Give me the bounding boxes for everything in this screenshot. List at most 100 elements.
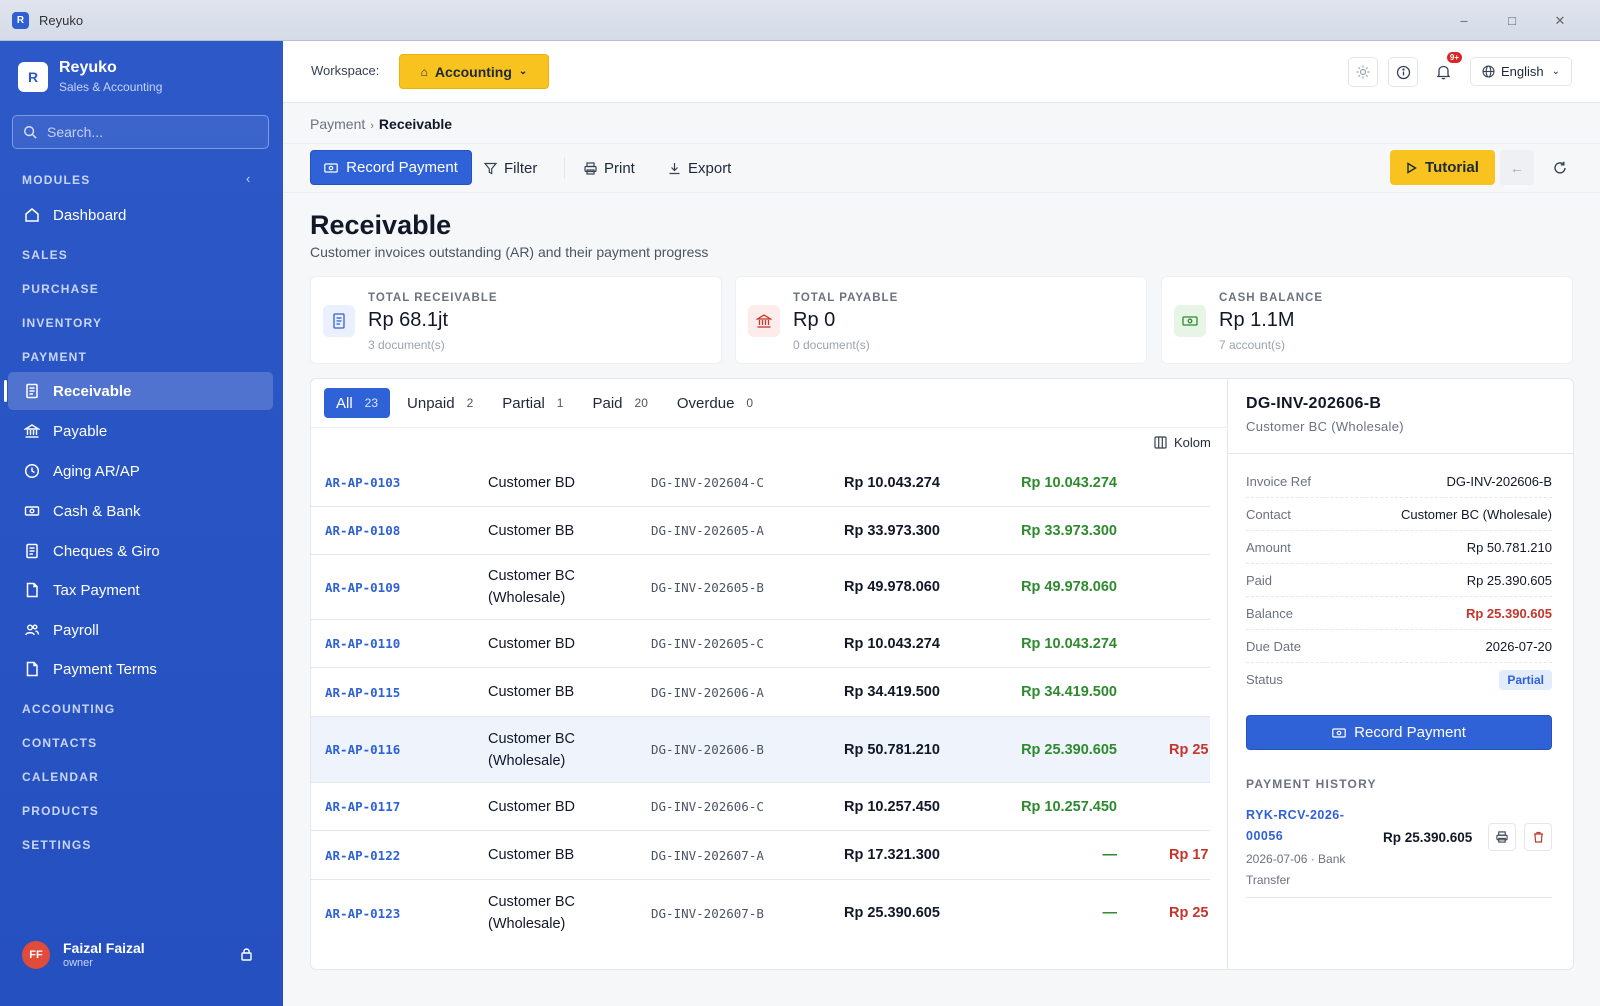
- sidebar-item-payroll[interactable]: Payroll: [8, 611, 273, 649]
- columns-button[interactable]: Kolom: [1154, 435, 1211, 450]
- detail-title: DG-INV-202606-B: [1246, 395, 1382, 412]
- table-row[interactable]: AR-AP-0117 Customer BD DG-INV-202606-C R…: [311, 783, 1210, 831]
- maximize-icon[interactable]: □: [1488, 0, 1536, 41]
- table-row[interactable]: AR-AP-0115 Customer BB DG-INV-202606-A R…: [311, 668, 1210, 717]
- table-row[interactable]: AR-AP-0108 Customer BB DG-INV-202605-A R…: [311, 507, 1210, 555]
- document-icon: [24, 582, 40, 598]
- detail-subtitle: Customer BC (Wholesale): [1246, 419, 1404, 434]
- section-sales[interactable]: SALES: [22, 248, 68, 262]
- sidebar-item-aging[interactable]: Aging AR/AP: [8, 452, 273, 490]
- section-payment[interactable]: PAYMENT: [22, 350, 87, 364]
- breadcrumb-parent[interactable]: Payment: [310, 116, 365, 132]
- sidebar-item-cash-bank[interactable]: Cash & Bank: [8, 492, 273, 530]
- table-row[interactable]: AR-AP-0110 Customer BD DG-INV-202605-C R…: [311, 620, 1210, 668]
- window-titlebar: R Reyuko – □ ✕: [0, 0, 1600, 41]
- table-row[interactable]: AR-AP-0122 Customer BB DG-INV-202607-A R…: [311, 831, 1210, 880]
- section-accounting[interactable]: ACCOUNTING: [22, 702, 115, 716]
- info-button[interactable]: [1388, 57, 1418, 87]
- tab-paid[interactable]: Paid 20: [580, 388, 659, 418]
- back-button[interactable]: ←: [1500, 150, 1534, 185]
- row-amount: Rp 17.321.300: [844, 847, 940, 863]
- sidebar-item-cheques-giro[interactable]: Cheques & Giro: [8, 532, 273, 570]
- cash-icon: [1174, 305, 1206, 337]
- printer-icon: [1496, 831, 1508, 843]
- row-code[interactable]: AR-AP-0103: [325, 459, 400, 506]
- download-icon: [669, 162, 680, 174]
- tab-partial[interactable]: Partial 1: [490, 388, 575, 418]
- tab-unpaid[interactable]: Unpaid 2: [395, 388, 485, 418]
- row-invoice-ref: DG-INV-202605-A: [651, 523, 764, 538]
- row-customer: Customer BD: [488, 798, 576, 815]
- row-code[interactable]: AR-AP-0122: [325, 831, 400, 879]
- payment-code-link[interactable]: RYK-RCV-2026-00056: [1246, 805, 1366, 847]
- row-code[interactable]: AR-AP-0116: [325, 717, 400, 782]
- print-button[interactable]: Print: [584, 153, 635, 183]
- search-box[interactable]: [12, 115, 269, 149]
- table-row[interactable]: AR-AP-0103 Customer BD DG-INV-202604-C R…: [311, 459, 1210, 507]
- row-code[interactable]: AR-AP-0108: [325, 507, 400, 554]
- section-settings[interactable]: SETTINGS: [22, 838, 92, 852]
- detail-field-status: Status Partial: [1246, 663, 1552, 696]
- field-key: Balance: [1246, 605, 1293, 621]
- minimize-icon[interactable]: –: [1440, 0, 1488, 41]
- bank-icon: [748, 305, 780, 337]
- sidebar-item-dashboard[interactable]: Dashboard: [8, 196, 273, 234]
- tab-overdue[interactable]: Overdue 0: [665, 388, 765, 418]
- field-key: Contact: [1246, 506, 1291, 522]
- row-code[interactable]: AR-AP-0117: [325, 783, 400, 830]
- section-contacts[interactable]: CONTACTS: [22, 736, 97, 750]
- filter-button[interactable]: Filter: [484, 153, 537, 183]
- stat-value: Rp 1.1M: [1219, 309, 1295, 331]
- detail-field-invoice-ref: Invoice Ref DG-INV-202606-B: [1246, 465, 1552, 498]
- row-code[interactable]: AR-AP-0109: [325, 555, 400, 619]
- globe-icon: [1482, 65, 1495, 78]
- play-icon: [1407, 161, 1417, 174]
- sidebar-item-payment-terms[interactable]: Payment Terms: [8, 650, 273, 688]
- close-icon[interactable]: ✕: [1536, 0, 1584, 41]
- field-key: Status: [1246, 672, 1283, 687]
- row-invoice-ref: DG-INV-202607-B: [651, 905, 764, 921]
- record-payment-label: Record Payment: [1354, 724, 1466, 741]
- sidebar: R Reyuko Sales & Accounting MODULES ‹ Da…: [0, 41, 283, 1006]
- field-value: Rp 25.390.605: [1466, 572, 1552, 588]
- tutorial-button[interactable]: Tutorial: [1390, 150, 1495, 185]
- table-scrollbar[interactable]: [1210, 459, 1227, 959]
- section-inventory[interactable]: INVENTORY: [22, 316, 102, 330]
- user-profile[interactable]: FF Faizal Faizal owner: [22, 940, 145, 969]
- collapse-sidebar-icon[interactable]: ‹: [246, 171, 250, 186]
- sidebar-item-label: Cash & Bank: [53, 502, 141, 520]
- sun-icon: [1356, 65, 1370, 79]
- print-payment-button[interactable]: [1488, 823, 1516, 851]
- workspace-select[interactable]: ⌂ Accounting ⌄: [399, 54, 549, 89]
- section-calendar[interactable]: CALENDAR: [22, 770, 99, 784]
- sidebar-item-receivable[interactable]: Receivable: [4, 372, 273, 410]
- notifications-button[interactable]: 9+: [1428, 52, 1462, 87]
- row-code[interactable]: AR-AP-0123: [325, 880, 400, 946]
- refresh-button[interactable]: [1545, 150, 1575, 185]
- export-button[interactable]: Export: [668, 153, 731, 183]
- sidebar-item-tax-payment[interactable]: Tax Payment: [8, 571, 273, 609]
- detail-record-payment-button[interactable]: Record Payment: [1246, 715, 1552, 750]
- row-code[interactable]: AR-AP-0110: [325, 620, 400, 667]
- section-purchase[interactable]: PURCHASE: [22, 282, 99, 296]
- stat-sub: 3 document(s): [368, 338, 445, 352]
- theme-toggle-button[interactable]: [1348, 57, 1378, 87]
- search-input[interactable]: [47, 124, 247, 140]
- lock-icon[interactable]: [240, 947, 253, 961]
- row-code[interactable]: AR-AP-0115: [325, 668, 400, 716]
- toolbar: Record Payment Filter Print Export Tutor…: [283, 143, 1600, 193]
- row-invoice-ref: DG-INV-202605-C: [651, 636, 764, 651]
- record-payment-button[interactable]: Record Payment: [310, 150, 472, 185]
- tab-all[interactable]: All 23: [324, 388, 391, 418]
- table-row[interactable]: AR-AP-0109 Customer BC (Wholesale) DG-IN…: [311, 555, 1210, 620]
- sidebar-item-payable[interactable]: Payable: [8, 412, 273, 450]
- delete-payment-button[interactable]: [1524, 823, 1552, 851]
- table-row[interactable]: AR-AP-0123 Customer BC (Wholesale) DG-IN…: [311, 880, 1210, 946]
- home-icon: ⌂: [420, 64, 428, 79]
- payment-meta: 2026-07-06 · Bank Transfer: [1246, 852, 1346, 887]
- language-select[interactable]: English ⌄: [1470, 57, 1572, 86]
- status-badge: Partial: [1499, 669, 1552, 690]
- section-products[interactable]: PRODUCTS: [22, 804, 99, 818]
- table-row-selected[interactable]: AR-AP-0116 Customer BC (Wholesale) DG-IN…: [311, 717, 1210, 783]
- tutorial-label: Tutorial: [1425, 159, 1479, 176]
